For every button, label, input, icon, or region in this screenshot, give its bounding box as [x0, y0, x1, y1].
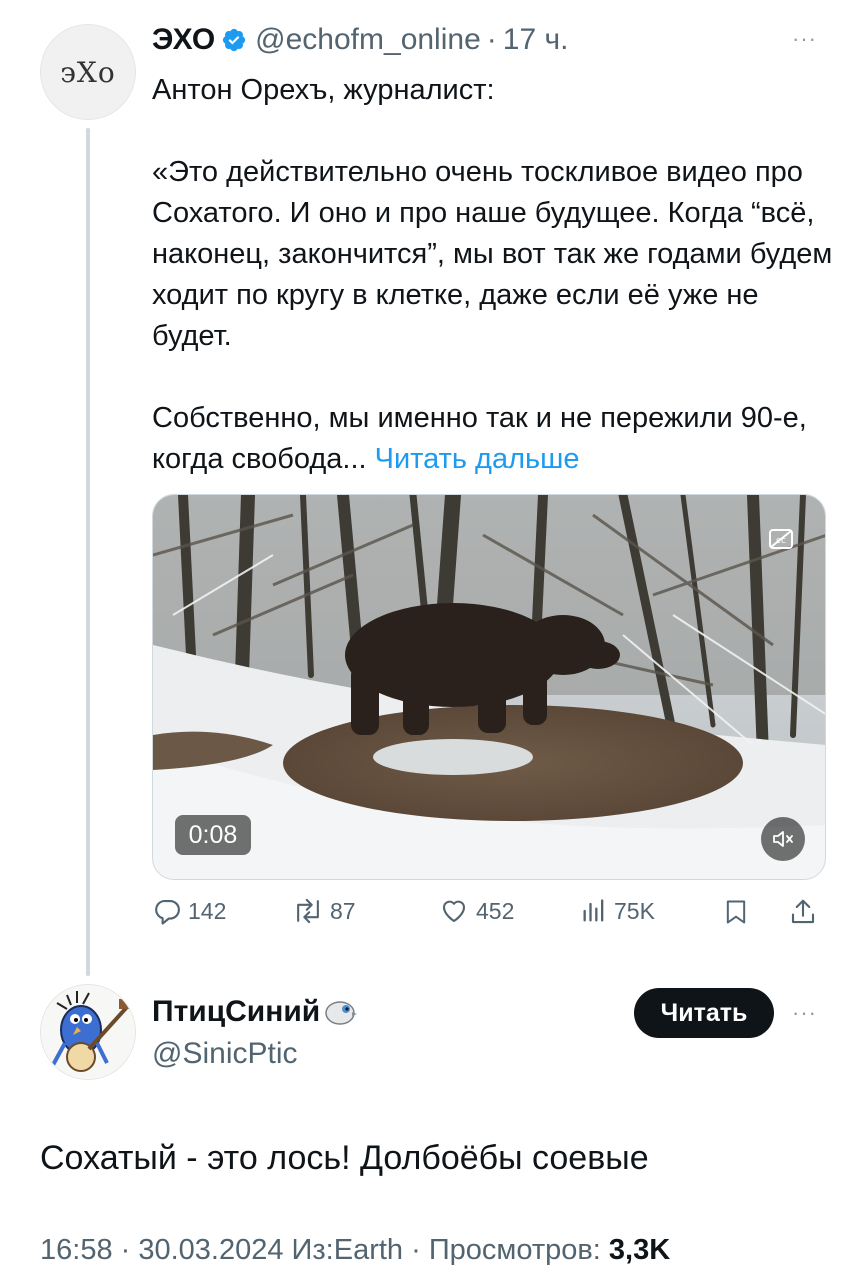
bookmark-icon: [726, 900, 746, 924]
bird-emoji-icon: [325, 1001, 358, 1025]
tweet-text-paragraph-2: Собственно, мы именно так и не пережили …: [152, 398, 842, 480]
reply-meta-time-date-source: 16:58 · 30.03.2024 Из:Earth · Просмотров…: [40, 1234, 609, 1266]
reply-button[interactable]: 142: [152, 896, 226, 926]
share-icon: [791, 899, 815, 924]
reply-more-options-icon[interactable]: ···: [792, 1000, 817, 1026]
reply-text: Сохатый - это лось! Долбоёбы соевые: [40, 1139, 649, 1177]
avatar-echo-text: эХо: [60, 55, 116, 89]
repost-button[interactable]: 87: [292, 896, 356, 926]
captions-icon[interactable]: cc: [769, 529, 793, 549]
tweet-header: ЭХО @echofm_online · 17 ч.: [152, 22, 568, 58]
more-options-icon[interactable]: ···: [792, 26, 817, 52]
author-name[interactable]: ЭХО: [152, 22, 215, 58]
reply-meta: 16:58 · 30.03.2024 Из:Earth · Просмотров…: [40, 1232, 670, 1268]
repost-count: 87: [330, 897, 356, 924]
tweet-actions: 142 87 452 75K: [152, 896, 832, 936]
reply-author-name[interactable]: ПтицСиний: [152, 994, 358, 1030]
heart-icon: [442, 900, 466, 923]
verified-badge-icon: [223, 28, 246, 52]
avatar-echo[interactable]: эХо: [40, 24, 136, 120]
separator-dot: ·: [486, 23, 497, 56]
reply-count: 142: [188, 897, 227, 924]
follow-button[interactable]: Читать: [634, 988, 774, 1038]
share-button[interactable]: [788, 896, 818, 928]
analytics-icon: [583, 899, 604, 922]
mute-button[interactable]: [761, 817, 805, 861]
video-player[interactable]: cc 0:08: [152, 494, 826, 880]
tweet-time[interactable]: 17 ч.: [503, 22, 569, 58]
thread-line: [86, 128, 90, 976]
tweet-text-paragraph-1: «Это действительно очень тоскливое видео…: [152, 156, 833, 352]
video-duration: 0:08: [175, 815, 251, 855]
bookmark-button[interactable]: [722, 896, 750, 928]
video-frame: [153, 495, 825, 879]
reply-views-count[interactable]: 3,3K: [609, 1234, 670, 1266]
like-button[interactable]: 452: [438, 896, 514, 926]
bird-banjo-avatar-image: [41, 985, 135, 1079]
like-count: 452: [476, 897, 515, 924]
reply-icon: [155, 899, 180, 925]
author-handle[interactable]: @echofm_online: [255, 22, 481, 58]
repost-icon: [297, 898, 319, 924]
reply-author-name-text: ПтицСиний: [152, 995, 321, 1028]
views-count: 75K: [614, 897, 655, 924]
avatar-sinicptic[interactable]: [40, 984, 136, 1080]
tweet-text: Антон Орехъ, журналист: «Это действитель…: [152, 70, 842, 480]
views-button[interactable]: 75K: [580, 896, 655, 926]
tweet-text-intro: Антон Орехъ, журналист:: [152, 74, 495, 106]
reply-author-handle[interactable]: @SinicPtic: [152, 1036, 298, 1072]
speaker-muted-icon: [773, 831, 793, 847]
read-more-link[interactable]: Читать дальше: [375, 443, 580, 475]
